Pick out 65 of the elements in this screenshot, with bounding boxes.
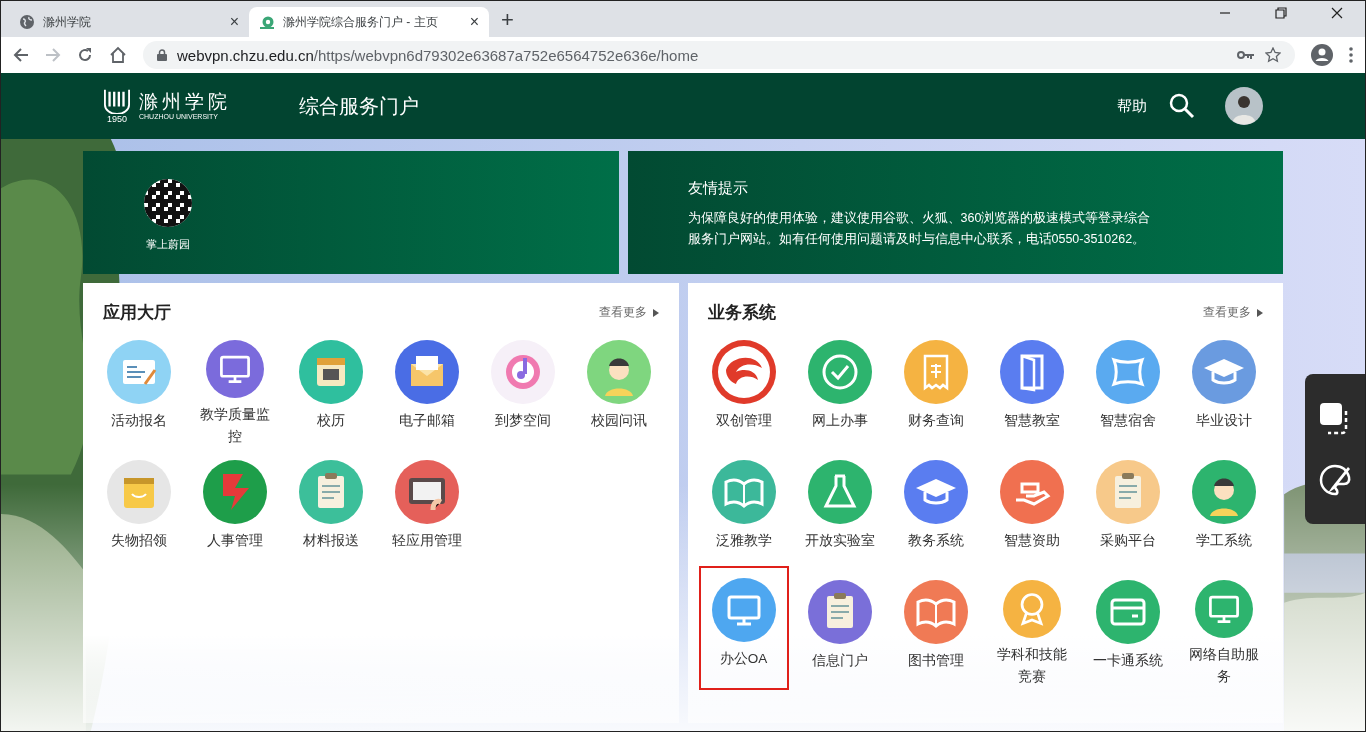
close-tab-button[interactable]: ×: [469, 13, 479, 31]
menu-icon[interactable]: [1349, 47, 1353, 63]
key-icon[interactable]: [1237, 50, 1255, 60]
more-link[interactable]: 查看更多: [1203, 304, 1251, 321]
profile-icon[interactable]: [1311, 44, 1333, 66]
app-tile[interactable]: 智慧教室: [986, 334, 1077, 450]
search-icon[interactable]: [1169, 93, 1195, 119]
app-tile[interactable]: 网上办事: [794, 334, 885, 450]
app-tile[interactable]: 网络自助服务: [1178, 574, 1269, 690]
back-icon[interactable]: [13, 47, 29, 63]
browser-tab[interactable]: 滁州学院综合服务门户 - 主页 ×: [249, 7, 489, 37]
app-tile[interactable]: 人事管理: [190, 454, 280, 570]
tab-title: 滁州学院: [43, 13, 92, 31]
app-tile[interactable]: 财务查询: [890, 334, 981, 450]
restore-icon[interactable]: [1275, 7, 1287, 19]
help-link[interactable]: 帮助: [1117, 96, 1147, 116]
tab-title: 滁州学院综合服务门户 - 主页: [283, 13, 439, 31]
qr-code[interactable]: [144, 179, 192, 227]
app-tile[interactable]: 学科和技能竞赛: [986, 574, 1077, 690]
app-tile[interactable]: 开放实验室: [794, 454, 885, 570]
app-tile[interactable]: 信息门户: [794, 574, 885, 690]
address-field[interactable]: webvpn.chzu.edu.cn/https/webvpn6d79302e63687a752e6564752e636e/home: [143, 41, 1295, 69]
globe-icon: [19, 14, 35, 30]
browser-tab[interactable]: 滁州学院 ×: [9, 7, 249, 37]
lock-icon: [157, 49, 167, 61]
reload-icon[interactable]: [77, 47, 93, 63]
panel-title: 应用大厅: [103, 302, 171, 324]
app-tile[interactable]: 校历: [286, 334, 376, 450]
app-tile[interactable]: 毕业设计: [1178, 334, 1269, 450]
logo-name: 滁州学院: [139, 92, 231, 113]
app-tile[interactable]: 电子邮箱: [382, 334, 472, 450]
palette-icon[interactable]: [1318, 462, 1352, 497]
app-tile[interactable]: 一卡通系统: [1082, 574, 1173, 690]
app-tile[interactable]: 智慧宿舍: [1082, 334, 1173, 450]
app-tile[interactable]: 轻应用管理: [382, 454, 472, 570]
app-tile[interactable]: 办公OA: [698, 566, 789, 690]
app-tile[interactable]: 图书管理: [890, 574, 981, 690]
star-icon[interactable]: [1265, 47, 1281, 63]
triangle-icon[interactable]: [1257, 308, 1263, 317]
app-tile[interactable]: 材料报送: [286, 454, 376, 570]
panel-title: 业务系统: [707, 302, 776, 324]
qr-label: 掌上蔚园: [146, 237, 190, 252]
app-tile[interactable]: 教务系统: [890, 454, 981, 570]
app-tile[interactable]: 采购平台: [1082, 454, 1173, 570]
portal-title: 综合服务门户: [299, 93, 419, 119]
logo-year: 1950: [107, 114, 127, 124]
notice-text: 为保障良好的使用体验，建议使用谷歌、火狐、360浏览器的极速模式等登录综合服务门户网站。如有任何使用问题请及时与信息中心联系，电话0550-3510262。: [687, 210, 1152, 248]
url-text: webvpn.chzu.edu.cn/https/webvpn6d79302e63687a752e6564752e636e/home: [177, 46, 699, 64]
triangle-icon[interactable]: [652, 308, 659, 317]
app-tile[interactable]: 学工系统: [1178, 454, 1269, 570]
home-icon[interactable]: [109, 46, 127, 64]
app-tile[interactable]: 智慧资助: [986, 454, 1077, 570]
close-icon[interactable]: [1331, 7, 1343, 19]
emblem-icon: [103, 88, 131, 114]
app-tile[interactable]: 双创管理: [698, 334, 789, 450]
app-tile[interactable]: 失物招领: [94, 454, 184, 570]
close-tab-button[interactable]: ×: [229, 13, 239, 31]
more-link[interactable]: 查看更多: [598, 304, 647, 321]
avatar-icon[interactable]: [1225, 87, 1263, 125]
app-tile[interactable]: 教学质量监控: [190, 334, 280, 450]
notice-title: 友情提示: [687, 179, 749, 198]
new-tab-button[interactable]: +: [489, 7, 526, 37]
app-tile[interactable]: 活动报名: [94, 334, 184, 450]
app-tile[interactable]: 到梦空间: [478, 334, 568, 450]
app-tile[interactable]: 校园问讯: [574, 334, 664, 450]
